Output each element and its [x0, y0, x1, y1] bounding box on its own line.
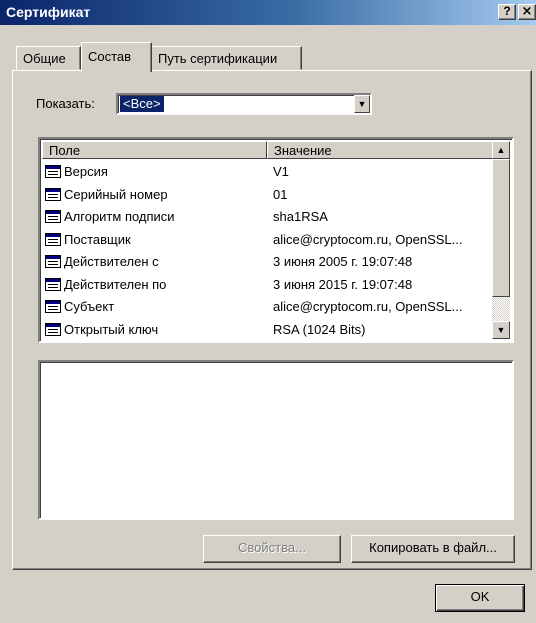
show-select-value: <Все> [120, 96, 164, 112]
tab-certification-path[interactable]: Путь сертификации [151, 46, 302, 70]
certificate-field-icon [45, 300, 61, 313]
certificate-field-icon [45, 322, 61, 336]
list-item[interactable]: Действителен по 3 июня 2015 г. 19:07:48 [42, 274, 494, 297]
field-value: 3 июня 2005 г. 19:07:48 [273, 254, 413, 269]
field-name: Серийный номер [64, 186, 168, 202]
certificate-field-icon [45, 187, 61, 201]
tab-details[interactable]: Состав [81, 42, 152, 72]
close-icon: × [521, 4, 533, 19]
list-item[interactable]: Поставщик alice@cryptocom.ru, OpenSSL... [42, 229, 494, 252]
list-header: Поле Значение [42, 141, 494, 159]
field-value: sha1RSA [273, 209, 328, 224]
fields-list[interactable]: Поле Значение Версия V1 Серийный номер 0… [38, 137, 514, 343]
field-name: Субъект [64, 299, 115, 314]
window-title: Сертификат [6, 4, 91, 20]
list-rows: Версия V1 Серийный номер 01 Алгоритм под… [42, 161, 494, 341]
title-bar: Сертификат ? × [0, 0, 536, 25]
dropdown-arrow-icon[interactable]: ▼ [354, 95, 370, 113]
tab-certification-path-label: Путь сертификации [158, 51, 278, 66]
scroll-thumb[interactable] [492, 159, 510, 297]
show-select[interactable]: <Все> ▼ [116, 93, 372, 115]
certificate-dialog: Сертификат ? × Общие Путь сертификации С… [0, 0, 536, 623]
certificate-field-icon [45, 165, 61, 178]
field-value: V1 [273, 164, 289, 179]
scroll-down-icon[interactable]: ▼ [492, 321, 510, 339]
show-label: Показать: [36, 96, 95, 111]
certificate-field-icon [45, 277, 61, 291]
field-name: Алгоритм подписи [64, 209, 175, 224]
field-value: alice@cryptocom.ru, OpenSSL... [273, 299, 463, 314]
field-name: Версия [64, 164, 108, 179]
copy-to-file-button[interactable]: Копировать в файл... [351, 535, 515, 563]
field-value: RSA (1024 Bits) [273, 321, 366, 337]
list-item[interactable]: Алгоритм подписи sha1RSA [42, 206, 494, 229]
list-item[interactable]: Серийный номер 01 [42, 184, 494, 207]
field-name: Действителен по [64, 276, 167, 292]
ok-button[interactable]: OK [435, 584, 525, 612]
certificate-field-icon [45, 255, 61, 268]
field-name: Действителен с [64, 254, 159, 269]
field-value: 3 июня 2015 г. 19:07:48 [273, 276, 413, 292]
help-button[interactable]: ? [498, 4, 516, 20]
field-value: alice@cryptocom.ru, OpenSSL... [273, 231, 463, 247]
certificate-field-icon [45, 232, 61, 246]
tab-general-label: Общие [23, 51, 66, 66]
certificate-field-icon [45, 210, 61, 223]
list-scrollbar[interactable]: ▲ ▼ [492, 141, 510, 339]
field-name: Поставщик [64, 231, 131, 247]
scroll-up-icon[interactable]: ▲ [492, 141, 510, 159]
list-item[interactable]: Субъект alice@cryptocom.ru, OpenSSL... [42, 296, 494, 319]
field-value: 01 [273, 186, 288, 202]
column-header-field[interactable]: Поле [42, 141, 267, 159]
properties-button[interactable]: Свойства... [203, 535, 341, 563]
list-item[interactable]: Открытый ключ RSA (1024 Bits) [42, 319, 494, 342]
column-header-value[interactable]: Значение [267, 141, 494, 159]
field-name: Открытый ключ [64, 321, 159, 337]
close-button[interactable]: × [518, 4, 536, 20]
list-item[interactable]: Версия V1 [42, 161, 494, 184]
help-icon: ? [503, 4, 511, 18]
list-item[interactable]: Действителен с 3 июня 2005 г. 19:07:48 [42, 251, 494, 274]
tab-details-label: Состав [88, 49, 132, 64]
tab-general[interactable]: Общие [16, 46, 81, 70]
field-detail-textbox[interactable] [38, 360, 514, 520]
